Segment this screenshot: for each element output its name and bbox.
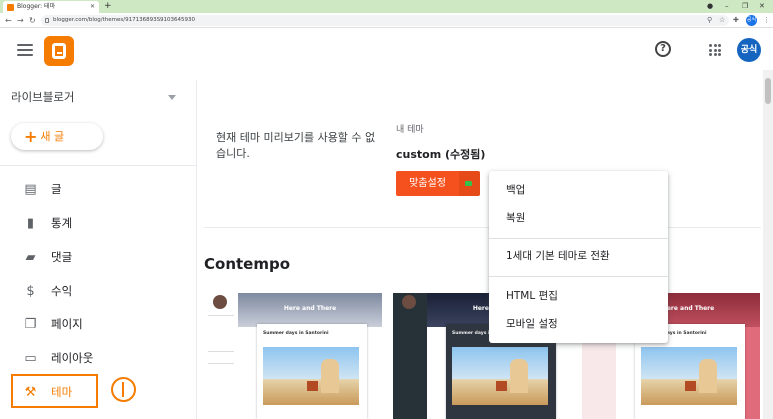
theme-section-title: Contempo [204, 255, 291, 273]
card-post-preview: Summer days in Santorini [257, 324, 367, 419]
menu-item-mobile-settings[interactable]: 모바일 설정 [489, 311, 668, 337]
bookmark-star-icon[interactable]: ☆ [719, 14, 725, 27]
sidebar-item-label: 페이지 [51, 317, 83, 331]
card-avatar [402, 295, 416, 309]
new-post-button[interactable]: + 새 글 [11, 123, 103, 150]
reload-icon[interactable]: ↻ [29, 14, 36, 27]
blog-name: 라이브블로거 [11, 90, 75, 104]
hamburger-menu-icon[interactable] [17, 44, 33, 56]
annotation-number-one [111, 377, 136, 402]
menu-item-backup[interactable]: 백업 [489, 177, 668, 203]
my-theme-label: 내 테마 [396, 125, 424, 135]
blog-selector[interactable]: 라이브블로거 [11, 89, 181, 105]
menu-item-restore[interactable]: 복원 [489, 205, 668, 231]
apps-grid-icon[interactable] [709, 44, 721, 56]
card-sidebar [204, 293, 238, 419]
sidebar-item-comments[interactable]: ▰ 댓글 [0, 242, 196, 272]
browser-tab[interactable]: Blogger: 테마 ✕ [3, 1, 99, 13]
zoom-icon[interactable]: ⚲ [707, 14, 712, 27]
address-bar[interactable]: blogger.com/blog/themes/917136893S910364… [41, 15, 729, 26]
preview-unavailable-text: 현재 테마 미리보기를 사용할 수 없습니다. [216, 131, 376, 160]
minimize-icon[interactable]: – [725, 0, 729, 12]
sidebar-item-posts[interactable]: ▤ 글 [0, 174, 196, 204]
close-tab-icon[interactable]: ✕ [90, 1, 95, 13]
sidebar: 라이브블로거 + 새 글 ▤ 글 ▮ 통계 ▰ 댓글 $ 수익 ❐ 페이지 ▭ 레… [0, 80, 197, 419]
sidebar-item-label: 수익 [51, 284, 73, 298]
sidebar-divider [0, 165, 196, 166]
card-post-title: Summer days in Santorini [263, 331, 329, 336]
page-scrollbar[interactable] [763, 70, 773, 419]
sidebar-item-label: 글 [51, 182, 62, 196]
lock-icon [45, 18, 49, 23]
help-icon[interactable]: ? [655, 41, 671, 57]
close-window-icon[interactable]: ✕ [759, 0, 765, 12]
stats-icon: ▮ [26, 216, 35, 231]
annotation-highlight-box [11, 374, 98, 408]
new-tab-icon[interactable]: + [104, 0, 112, 12]
sidebar-item-label: 댓글 [51, 250, 73, 264]
theme-card[interactable]: Here and There Summer days in Santorini [204, 293, 382, 419]
theme-options-menu: 백업 복원 1세대 기본 테마로 전환 HTML 편집 모바일 설정 [489, 171, 668, 343]
extensions-icon[interactable]: ✚ [733, 14, 739, 27]
browser-profile-avatar[interactable]: 공식 [746, 15, 757, 26]
card-line [208, 351, 234, 352]
layout-icon: ▭ [24, 351, 37, 366]
card-post-image [452, 347, 548, 405]
blogger-logo[interactable] [44, 36, 74, 66]
posts-icon: ▤ [24, 182, 37, 197]
card-post-image [641, 347, 737, 405]
browser-tab-title: Blogger: 테마 [17, 3, 56, 10]
address-bar-url: blogger.com/blog/themes/917136893S910364… [53, 17, 196, 23]
card-hero: Here and There [238, 293, 382, 327]
sidebar-item-pages[interactable]: ❐ 페이지 [0, 309, 196, 339]
record-icon[interactable]: ● [707, 0, 713, 12]
card-post-image [263, 347, 359, 405]
sidebar-item-layout[interactable]: ▭ 레이아웃 [0, 343, 196, 373]
earnings-icon: $ [26, 284, 35, 299]
card-sidebar [393, 293, 427, 419]
sidebar-item-earnings[interactable]: $ 수익 [0, 276, 196, 306]
card-avatar [213, 295, 227, 309]
menu-divider [489, 238, 668, 239]
sidebar-item-label: 레이아웃 [51, 351, 94, 365]
restore-window-icon[interactable]: ❐ [742, 0, 748, 12]
current-theme-name: custom (수정됨) [396, 148, 486, 161]
menu-divider [489, 276, 668, 277]
sidebar-item-stats[interactable]: ▮ 통계 [0, 208, 196, 238]
plus-icon: + [24, 127, 38, 146]
account-avatar[interactable]: 공식 [737, 38, 761, 62]
address-toolbar: ← → ↻ blogger.com/blog/themes/917136893S… [0, 13, 773, 28]
blogger-favicon-icon [7, 4, 14, 11]
back-icon[interactable]: ← [5, 14, 12, 27]
browser-menu-icon[interactable]: ⋮ [763, 14, 770, 27]
browser-tab-strip: Blogger: 테마 ✕ + ● – ❐ ✕ [0, 0, 773, 13]
forward-icon[interactable]: → [17, 14, 24, 27]
card-line [208, 363, 234, 364]
new-post-label: 새 글 [40, 130, 65, 143]
dropdown-caret-icon [168, 95, 176, 100]
card-hero-title: Here and There [283, 305, 337, 312]
menu-item-switch-classic-theme[interactable]: 1세대 기본 테마로 전환 [489, 243, 668, 269]
sidebar-item-label: 통계 [51, 216, 73, 230]
scrollbar-thumb[interactable] [765, 78, 771, 104]
customize-dropdown-button[interactable] [459, 171, 480, 196]
comments-icon: ▰ [25, 250, 36, 265]
main-divider [204, 227, 761, 228]
pages-icon: ❐ [24, 317, 37, 332]
customize-button[interactable]: 맞춤설정 [396, 171, 459, 196]
menu-item-edit-html[interactable]: HTML 편집 [489, 283, 668, 309]
card-line [208, 315, 234, 316]
